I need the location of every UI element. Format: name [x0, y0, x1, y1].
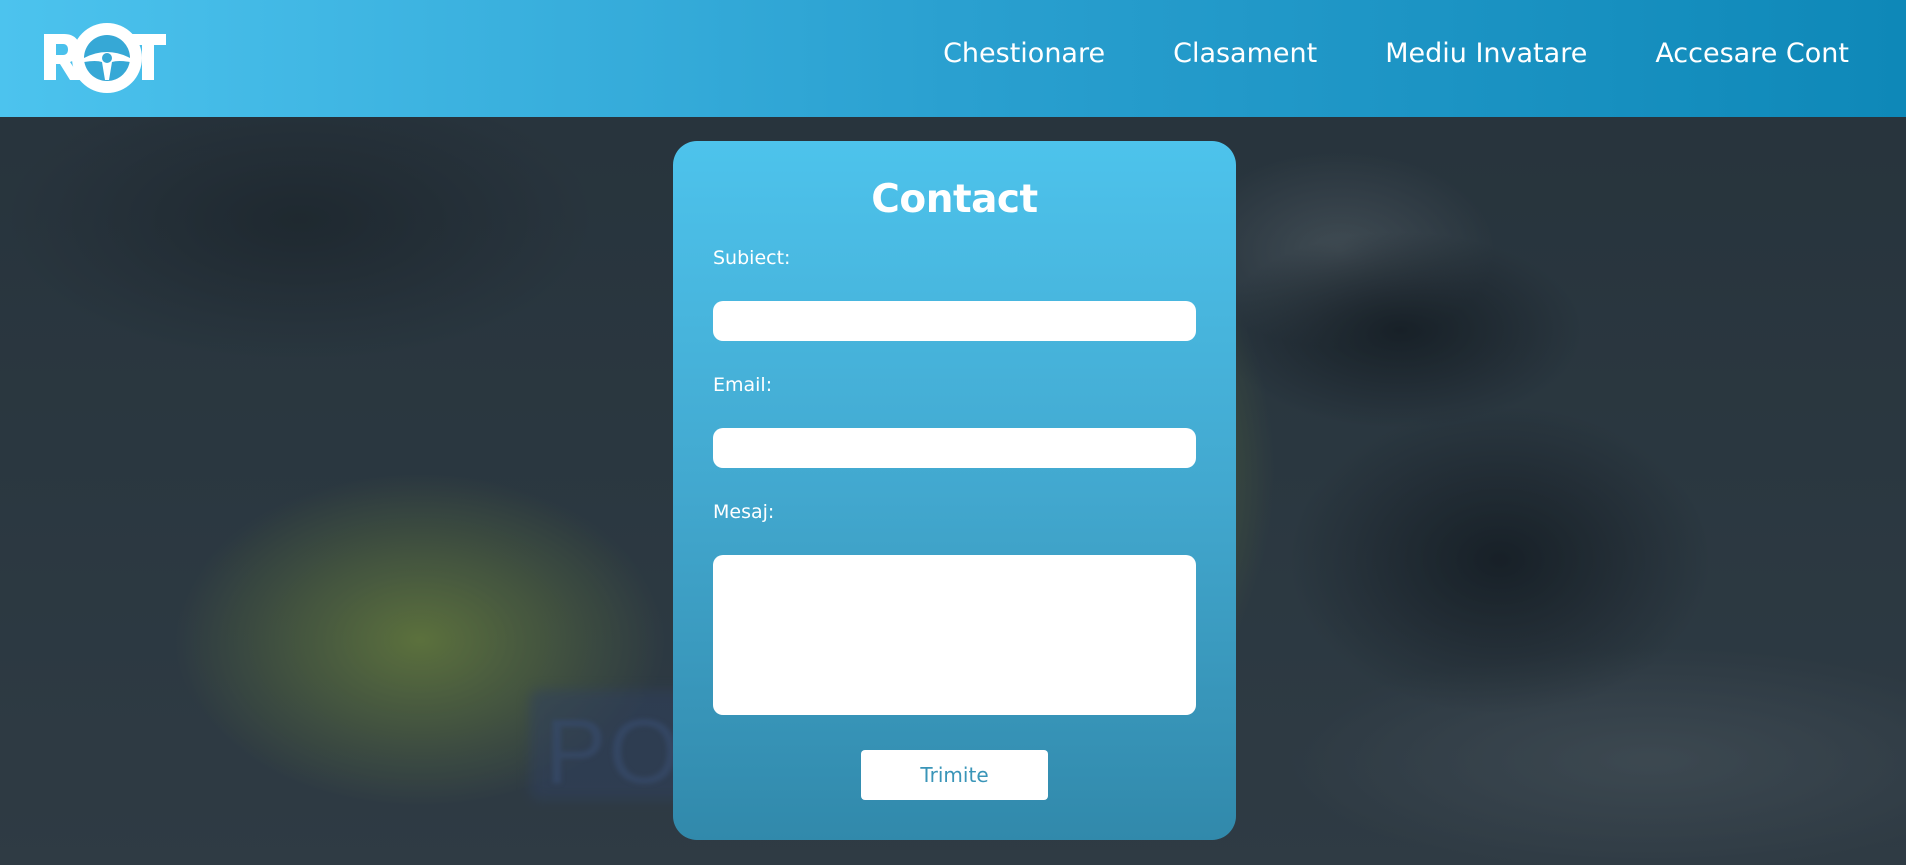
- top-header: Chestionare Clasament Mediu Invatare Acc…: [0, 0, 1906, 117]
- subject-label: Subiect:: [713, 247, 791, 269]
- nav-accesare-cont[interactable]: Accesare Cont: [1655, 38, 1849, 69]
- subject-input[interactable]: [713, 301, 1196, 341]
- message-textarea[interactable]: [713, 555, 1196, 715]
- nav-chestionare[interactable]: Chestionare: [943, 38, 1105, 69]
- steering-wheel-logo-icon: [44, 23, 166, 93]
- submit-button[interactable]: Trimite: [861, 750, 1048, 800]
- nav-clasament[interactable]: Clasament: [1173, 38, 1317, 69]
- email-label: Email:: [713, 374, 773, 396]
- message-label: Mesaj:: [713, 501, 775, 523]
- contact-title: Contact: [871, 177, 1038, 222]
- nav-mediu-invatare[interactable]: Mediu Invatare: [1385, 38, 1587, 69]
- email-input[interactable]: [713, 428, 1196, 468]
- site-logo[interactable]: [42, 22, 166, 96]
- contact-card: Contact Subiect: Email: Mesaj: Trimite: [673, 141, 1236, 840]
- main-nav: Chestionare Clasament Mediu Invatare Acc…: [943, 38, 1849, 69]
